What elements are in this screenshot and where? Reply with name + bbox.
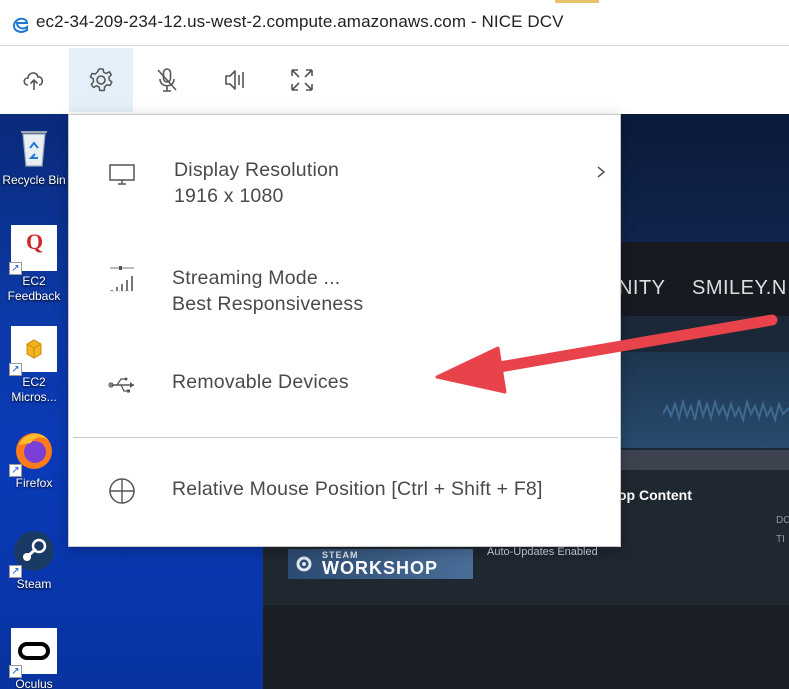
workshop-big-text: WORKSHOP — [322, 558, 438, 578]
feedback-app-icon: Q ↗ — [9, 225, 57, 275]
speaker-button[interactable] — [202, 48, 266, 112]
desktop-icon-recycle-bin[interactable]: Recycle Bin — [0, 124, 68, 188]
desktop-icon-oculus[interactable]: ↗ Oculus — [0, 628, 68, 689]
menu-item-streaming-mode[interactable]: Streaming Mode ... Best Responsiveness — [69, 250, 620, 330]
steam-side-label-1: DC — [776, 515, 789, 526]
window-title: ec2-34-209-234-12.us-west-2.compute.amaz… — [36, 12, 564, 31]
auto-updates-label: Auto-Updates Enabled — [487, 546, 598, 558]
menu-item-value: Best Responsiveness — [172, 293, 364, 315]
firefox-icon: ↗ — [9, 427, 57, 477]
desktop-icon-label: Steam — [16, 577, 52, 591]
steam-lower-panel — [263, 604, 789, 689]
steam-side-label-2: TI — [776, 534, 785, 545]
menu-item-relative-mouse-position[interactable]: Relative Mouse Position [Ctrl + Shift + … — [69, 460, 620, 520]
steam-icon: ↗ — [9, 528, 57, 578]
menu-item-label: Streaming Mode ... — [172, 267, 341, 289]
upload-button[interactable] — [2, 48, 66, 112]
desktop-icon-steam[interactable]: ↗ Steam — [0, 528, 68, 592]
oculus-icon: ↗ — [9, 628, 57, 678]
signal-bars-icon — [110, 266, 134, 292]
speaker-icon — [225, 70, 244, 90]
settings-gear-icon — [89, 68, 113, 92]
menu-item-value: 1916 x 1080 — [174, 185, 284, 207]
upload-cloud-icon — [23, 72, 44, 90]
steam-workshop-logo[interactable]: STEAM WORKSHOP — [288, 549, 473, 579]
desktop-icon-firefox[interactable]: ↗ Firefox — [0, 427, 68, 491]
desktop-icon-label: EC2 Micros... — [11, 375, 57, 404]
chevron-right-icon — [597, 166, 606, 178]
crosshair-icon — [109, 478, 135, 504]
desktop-icon-ec2-micros[interactable]: ↗ EC2 Micros... — [0, 326, 68, 405]
shortcut-arrow-icon: ↗ — [9, 262, 22, 275]
menu-item-label: Display Resolution — [174, 159, 340, 181]
menu-item-removable-devices[interactable]: Removable Devices — [69, 355, 620, 415]
edge-icon — [12, 17, 29, 33]
shortcut-arrow-icon: ↗ — [9, 363, 22, 376]
package-box-icon: ↗ — [9, 326, 57, 376]
microphone-muted-icon — [157, 68, 177, 92]
usb-icon — [108, 377, 134, 393]
background-window-strip — [555, 0, 599, 3]
shortcut-arrow-icon: ↗ — [9, 565, 22, 578]
steam-wave-graphic — [663, 398, 789, 424]
desktop-icon-label: Recycle Bin — [2, 173, 66, 187]
steam-section-title: op Content — [618, 487, 692, 503]
desktop-icon-label: Firefox — [15, 476, 53, 490]
monitor-icon — [109, 164, 135, 185]
menu-item-display-resolution[interactable]: Display Resolution 1916 x 1080 — [69, 145, 620, 225]
menu-separator — [73, 437, 618, 438]
settings-menu: Display Resolution 1916 x 1080 Streaming… — [68, 114, 621, 547]
gear-icon — [296, 556, 312, 572]
window-titlebar: ec2-34-209-234-12.us-west-2.compute.amaz… — [0, 0, 789, 46]
recycle-bin-icon — [11, 124, 57, 170]
desktop-icon-ec2-feedback[interactable]: Q ↗ EC2 Feedback — [0, 225, 68, 304]
shortcut-arrow-icon: ↗ — [9, 665, 22, 678]
dcv-toolbar — [0, 46, 789, 114]
desktop-icon-label: EC2 Feedback — [7, 274, 61, 303]
microphone-button[interactable] — [135, 48, 199, 112]
fullscreen-button[interactable] — [270, 48, 334, 112]
fullscreen-icon — [291, 69, 313, 91]
shortcut-arrow-icon: ↗ — [9, 464, 22, 477]
settings-button[interactable] — [69, 48, 133, 112]
desktop-icon-label: Oculus — [15, 677, 53, 689]
menu-item-label: Removable Devices — [172, 371, 349, 393]
steam-nav-user[interactable]: SMILEY.N — [692, 277, 787, 300]
menu-item-label: Relative Mouse Position [Ctrl + Shift + … — [172, 478, 543, 500]
